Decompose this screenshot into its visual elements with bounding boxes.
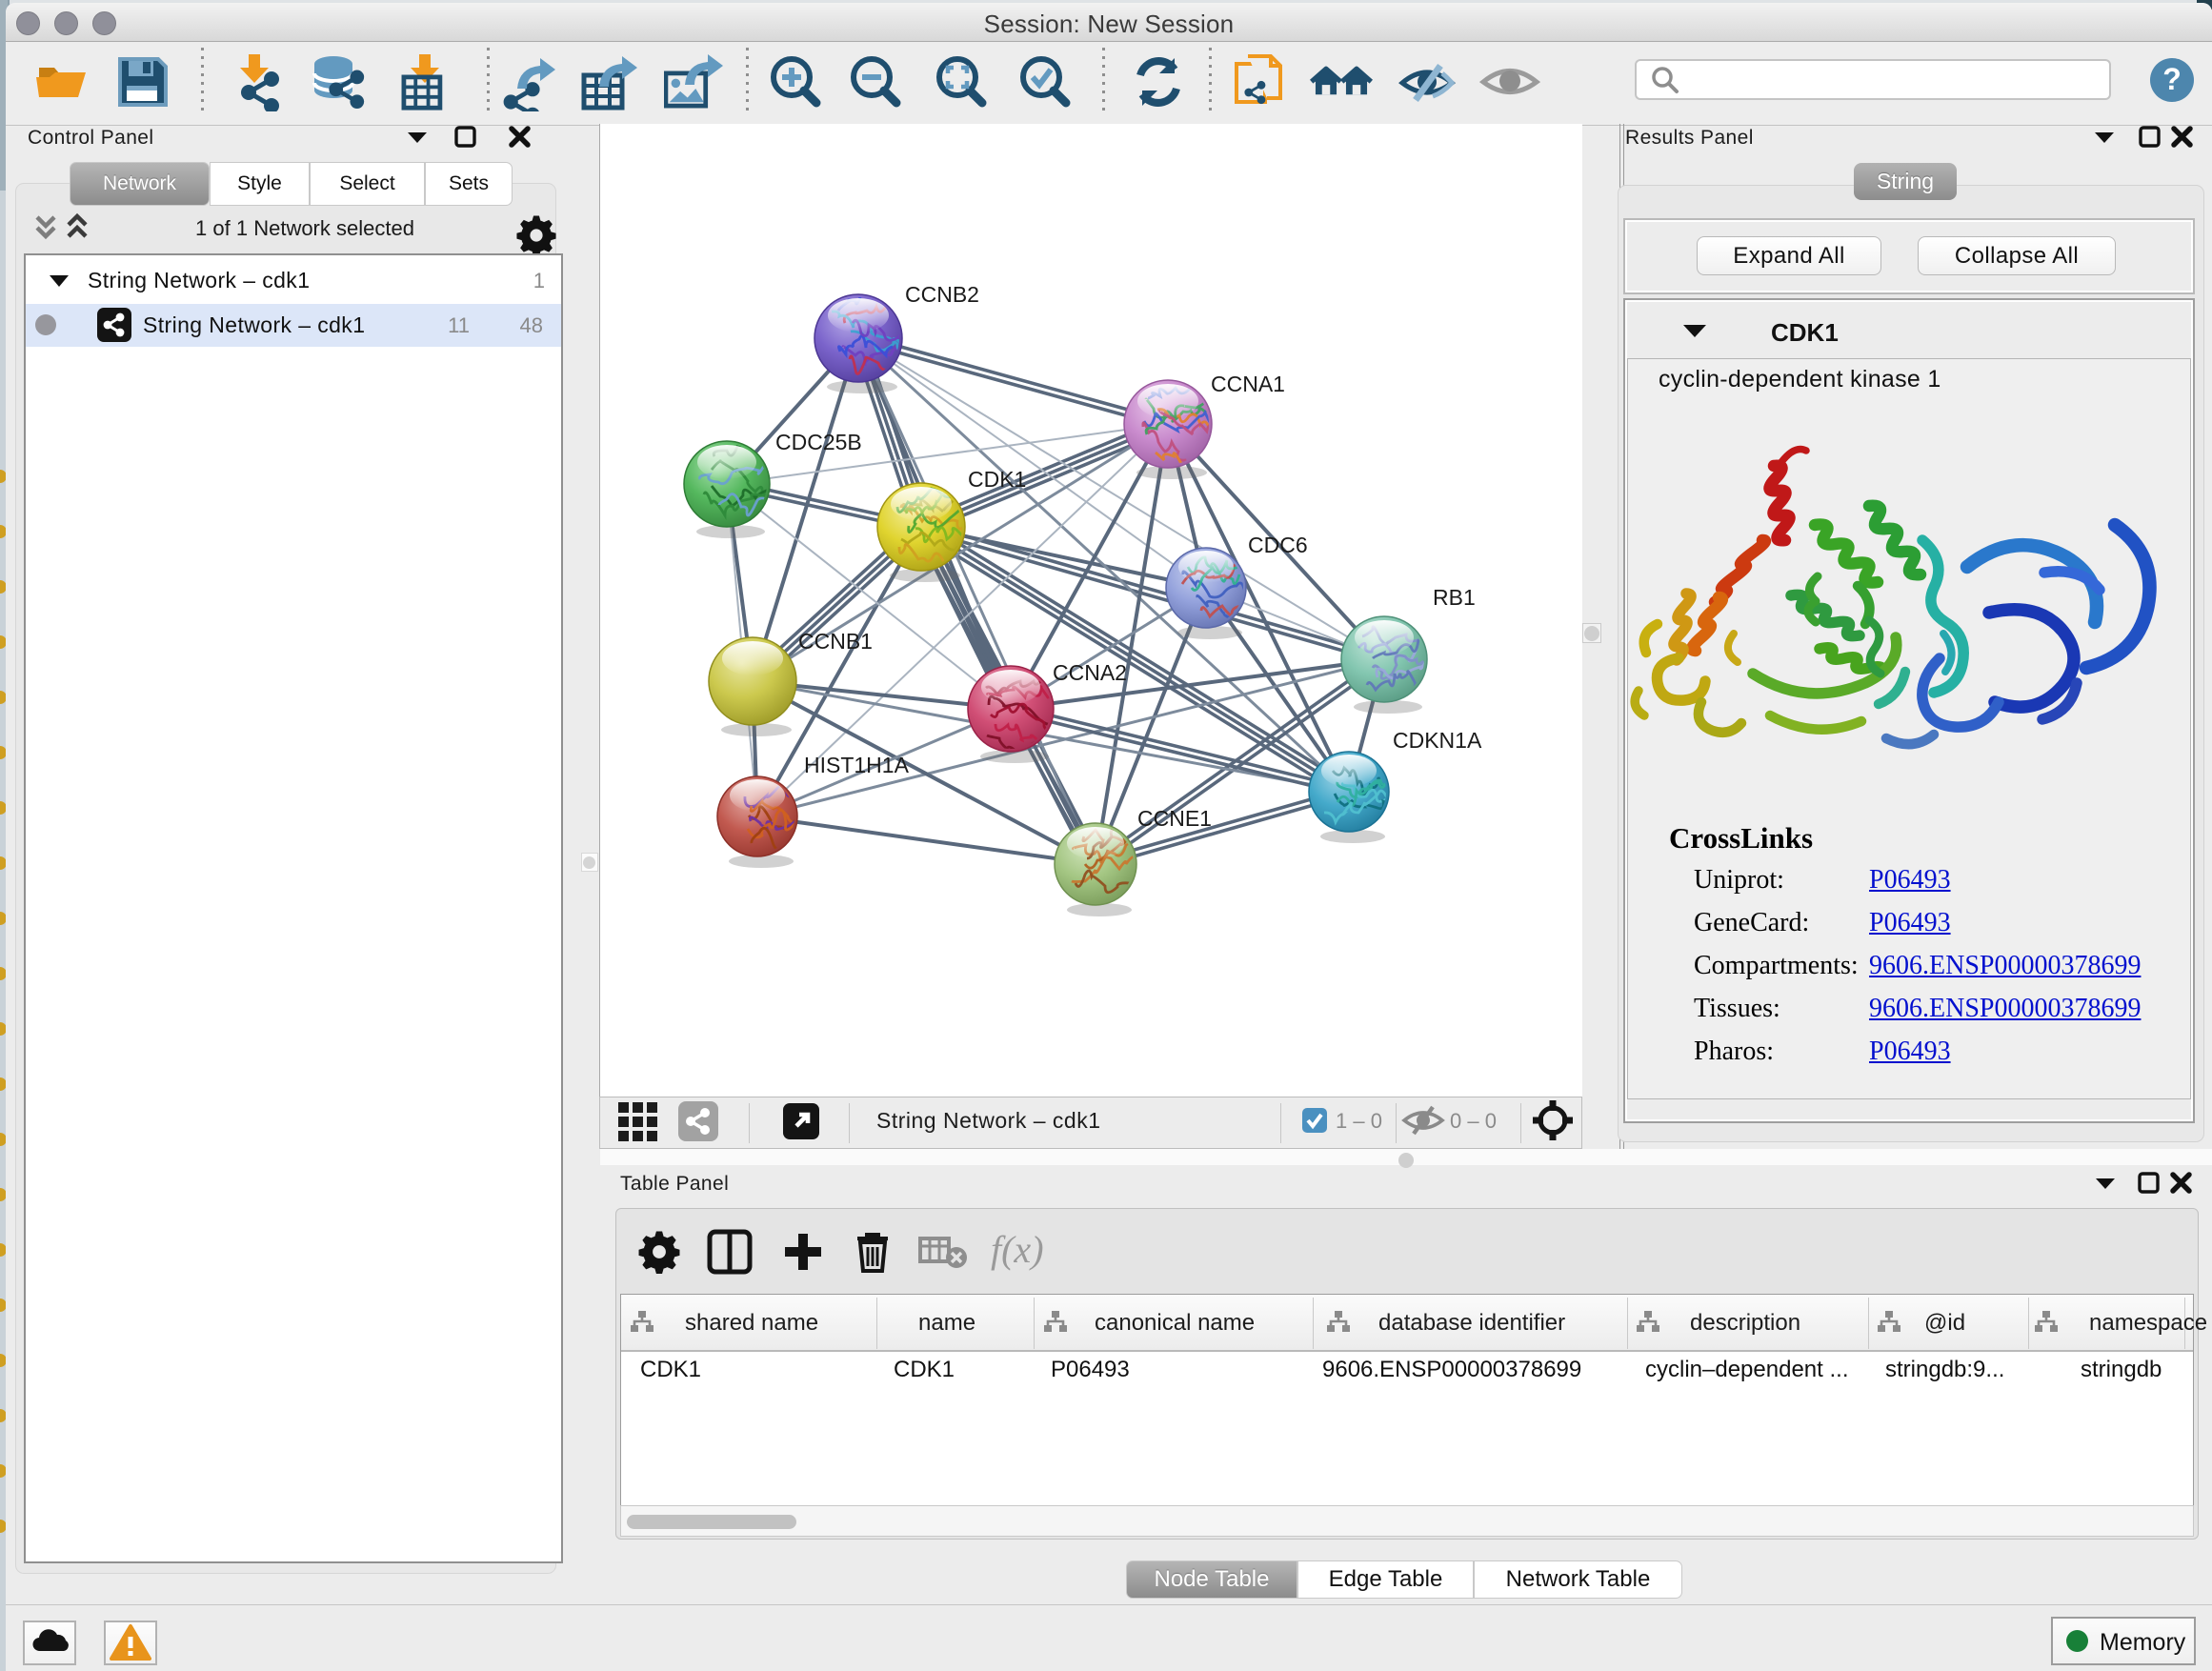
svg-text:CDC6: CDC6 [1248,533,1308,557]
svg-text:CCNB1: CCNB1 [798,629,873,654]
svg-text:CCNE1: CCNE1 [1137,806,1212,831]
svg-text:CCNA1: CCNA1 [1211,372,1285,396]
svg-text:?: ? [2162,62,2182,96]
svg-text:CDC25B: CDC25B [775,430,862,454]
svg-text:HIST1H1A: HIST1H1A [804,753,910,777]
svg-text:RB1: RB1 [1433,585,1476,610]
svg-text:CCNB2: CCNB2 [905,282,979,307]
svg-text:CDKN1A: CDKN1A [1393,728,1482,753]
svg-text:CCNA2: CCNA2 [1053,660,1127,685]
svg-text:CDK1: CDK1 [968,467,1026,492]
